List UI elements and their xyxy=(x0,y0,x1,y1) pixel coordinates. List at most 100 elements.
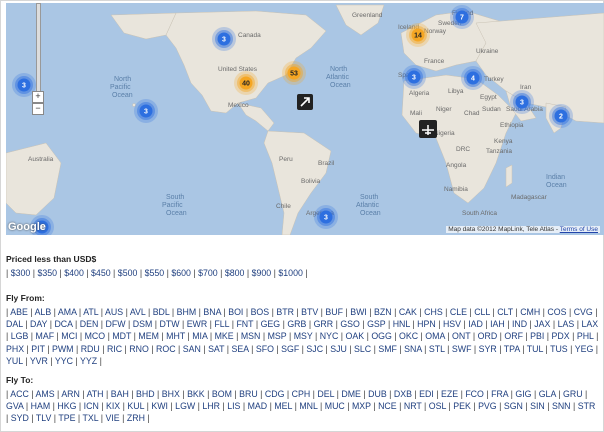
destination-airport-link[interactable]: BRU xyxy=(239,389,258,399)
world-map[interactable]: North Pacific Ocean North Atlantic Ocean… xyxy=(6,3,604,235)
origin-airport-link[interactable]: SYR xyxy=(479,344,497,354)
destination-airport-link[interactable]: EZE xyxy=(441,389,458,399)
origin-airport-link[interactable]: BUF xyxy=(325,307,343,317)
origin-airport-link[interactable]: HPN xyxy=(417,319,436,329)
price-option-link[interactable]: $550 xyxy=(145,268,165,278)
destination-airport-link[interactable]: AMS xyxy=(36,389,55,399)
origin-airport-link[interactable]: DFW xyxy=(106,319,126,329)
origin-airport-link[interactable]: RIC xyxy=(107,344,122,354)
destination-airport-link[interactable]: SIN xyxy=(530,401,545,411)
price-option-link[interactable]: $900 xyxy=(252,268,272,278)
zoom-control[interactable]: + − xyxy=(32,3,44,115)
origin-airport-link[interactable]: CAK xyxy=(399,307,417,317)
cluster-marker[interactable]: 4 xyxy=(461,66,485,90)
origin-airport-link[interactable]: SLC xyxy=(354,344,371,354)
origin-airport-link[interactable]: SJC xyxy=(306,344,323,354)
destination-airport-link[interactable]: DEL xyxy=(317,389,334,399)
origin-airport-link[interactable]: SEA xyxy=(232,344,249,354)
destination-airport-link[interactable]: BOM xyxy=(212,389,232,399)
destination-airport-link[interactable]: GRU xyxy=(563,389,583,399)
origin-airport-link[interactable]: NYC xyxy=(320,331,339,341)
zoom-out-button[interactable]: − xyxy=(32,103,44,115)
destination-airport-link[interactable]: NCE xyxy=(378,401,397,411)
origin-airport-link[interactable]: BOI xyxy=(228,307,243,317)
destination-airport-link[interactable]: KIX xyxy=(106,401,120,411)
origin-airport-link[interactable]: GRB xyxy=(287,319,306,329)
origin-airport-link[interactable]: EWR xyxy=(187,319,208,329)
destination-airport-link[interactable]: PEK xyxy=(453,401,471,411)
destination-airport-link[interactable]: MNL xyxy=(299,401,317,411)
origin-airport-link[interactable]: MSN xyxy=(241,331,261,341)
origin-airport-link[interactable]: GEG xyxy=(261,319,281,329)
origin-airport-link[interactable]: BHM xyxy=(177,307,197,317)
origin-airport-link[interactable]: YYC xyxy=(55,356,73,366)
origin-airport-link[interactable]: CMH xyxy=(520,307,540,317)
origin-airport-link[interactable]: MCI xyxy=(61,331,77,341)
cluster-marker[interactable]: 40 xyxy=(234,71,258,95)
price-option-link[interactable]: $800 xyxy=(225,268,245,278)
destination-airport-link[interactable]: SGN xyxy=(504,401,523,411)
destination-airport-link[interactable]: FRA xyxy=(491,389,508,399)
origin-airport-link[interactable]: ORD xyxy=(478,331,498,341)
destination-airport-link[interactable]: GIG xyxy=(515,389,531,399)
destination-airport-link[interactable]: MEL xyxy=(274,401,292,411)
origin-airport-link[interactable]: MSY xyxy=(294,331,313,341)
origin-airport-link[interactable]: GRR xyxy=(314,319,334,329)
origin-airport-link[interactable]: CLT xyxy=(497,307,513,317)
cluster-marker[interactable]: 3 xyxy=(510,90,534,114)
destination-airport-link[interactable]: CDG xyxy=(265,389,285,399)
price-option-link[interactable]: $500 xyxy=(118,268,138,278)
destination-airport-link[interactable]: LIS xyxy=(227,401,240,411)
google-logo[interactable]: Google xyxy=(8,221,46,233)
origin-airport-link[interactable]: DCA xyxy=(54,319,72,329)
destination-airport-link[interactable]: DXB xyxy=(394,389,412,399)
destination-airport-link[interactable]: KUL xyxy=(127,401,144,411)
origin-airport-link[interactable]: DSM xyxy=(133,319,153,329)
price-option-link[interactable]: $350 xyxy=(38,268,58,278)
destination-airport-link[interactable]: ATH xyxy=(87,389,104,399)
zoom-in-button[interactable]: + xyxy=(32,91,44,103)
origin-airport-link[interactable]: STL xyxy=(429,344,445,354)
origin-airport-link[interactable]: DEN xyxy=(80,319,99,329)
origin-airport-link[interactable]: GSO xyxy=(340,319,360,329)
origin-airport-link[interactable]: PBI xyxy=(530,331,544,341)
destination-airport-link[interactable]: BAH xyxy=(111,389,129,399)
origin-airport-link[interactable]: CHS xyxy=(424,307,443,317)
origin-airport-link[interactable]: IAD xyxy=(468,319,483,329)
destination-airport-link[interactable]: OSL xyxy=(429,401,446,411)
cluster-marker[interactable]: 14 xyxy=(406,23,430,47)
destination-airport-link[interactable]: GLA xyxy=(539,389,556,399)
origin-airport-link[interactable]: LAS xyxy=(558,319,575,329)
destination-airport-link[interactable]: CPH xyxy=(292,389,311,399)
origin-airport-link[interactable]: ORF xyxy=(504,331,523,341)
origin-airport-link[interactable]: RNO xyxy=(129,344,149,354)
cluster-marker[interactable]: 3 xyxy=(212,27,236,51)
cluster-marker[interactable]: 7 xyxy=(450,5,474,29)
cluster-marker[interactable]: 53 xyxy=(282,61,306,85)
destination-airport-link[interactable]: LGW xyxy=(175,401,195,411)
origin-airport-link[interactable]: IAH xyxy=(490,319,505,329)
destination-airport-link[interactable]: BHD xyxy=(136,389,155,399)
origin-airport-link[interactable]: IND xyxy=(512,319,527,329)
destination-airport-link[interactable]: PVG xyxy=(478,401,497,411)
origin-airport-link[interactable]: ATL xyxy=(83,307,98,317)
destination-airport-link[interactable]: TLV xyxy=(36,413,51,423)
price-option-link[interactable]: $300 xyxy=(11,268,31,278)
origin-airport-link[interactable]: BNA xyxy=(203,307,221,317)
destination-airport-link[interactable]: DME xyxy=(341,389,361,399)
destination-airport-link[interactable]: VIE xyxy=(105,413,119,423)
origin-airport-link[interactable]: FLL xyxy=(214,319,229,329)
zoom-slider-track[interactable] xyxy=(36,3,41,105)
origin-airport-link[interactable]: BWI xyxy=(350,307,367,317)
origin-airport-link[interactable]: MDT xyxy=(112,331,131,341)
origin-airport-link[interactable]: TUL xyxy=(527,344,543,354)
origin-airport-link[interactable]: RDU xyxy=(81,344,100,354)
origin-airport-link[interactable]: YYZ xyxy=(80,356,97,366)
origin-airport-link[interactable]: SFO xyxy=(256,344,274,354)
origin-airport-link[interactable]: SWF xyxy=(452,344,472,354)
destination-airport-link[interactable]: FCO xyxy=(465,389,484,399)
destination-airport-link[interactable]: EDI xyxy=(419,389,434,399)
origin-airport-link[interactable]: DAY xyxy=(30,319,47,329)
origin-airport-link[interactable]: BZN xyxy=(374,307,392,317)
destination-airport-link[interactable]: STR xyxy=(578,401,596,411)
